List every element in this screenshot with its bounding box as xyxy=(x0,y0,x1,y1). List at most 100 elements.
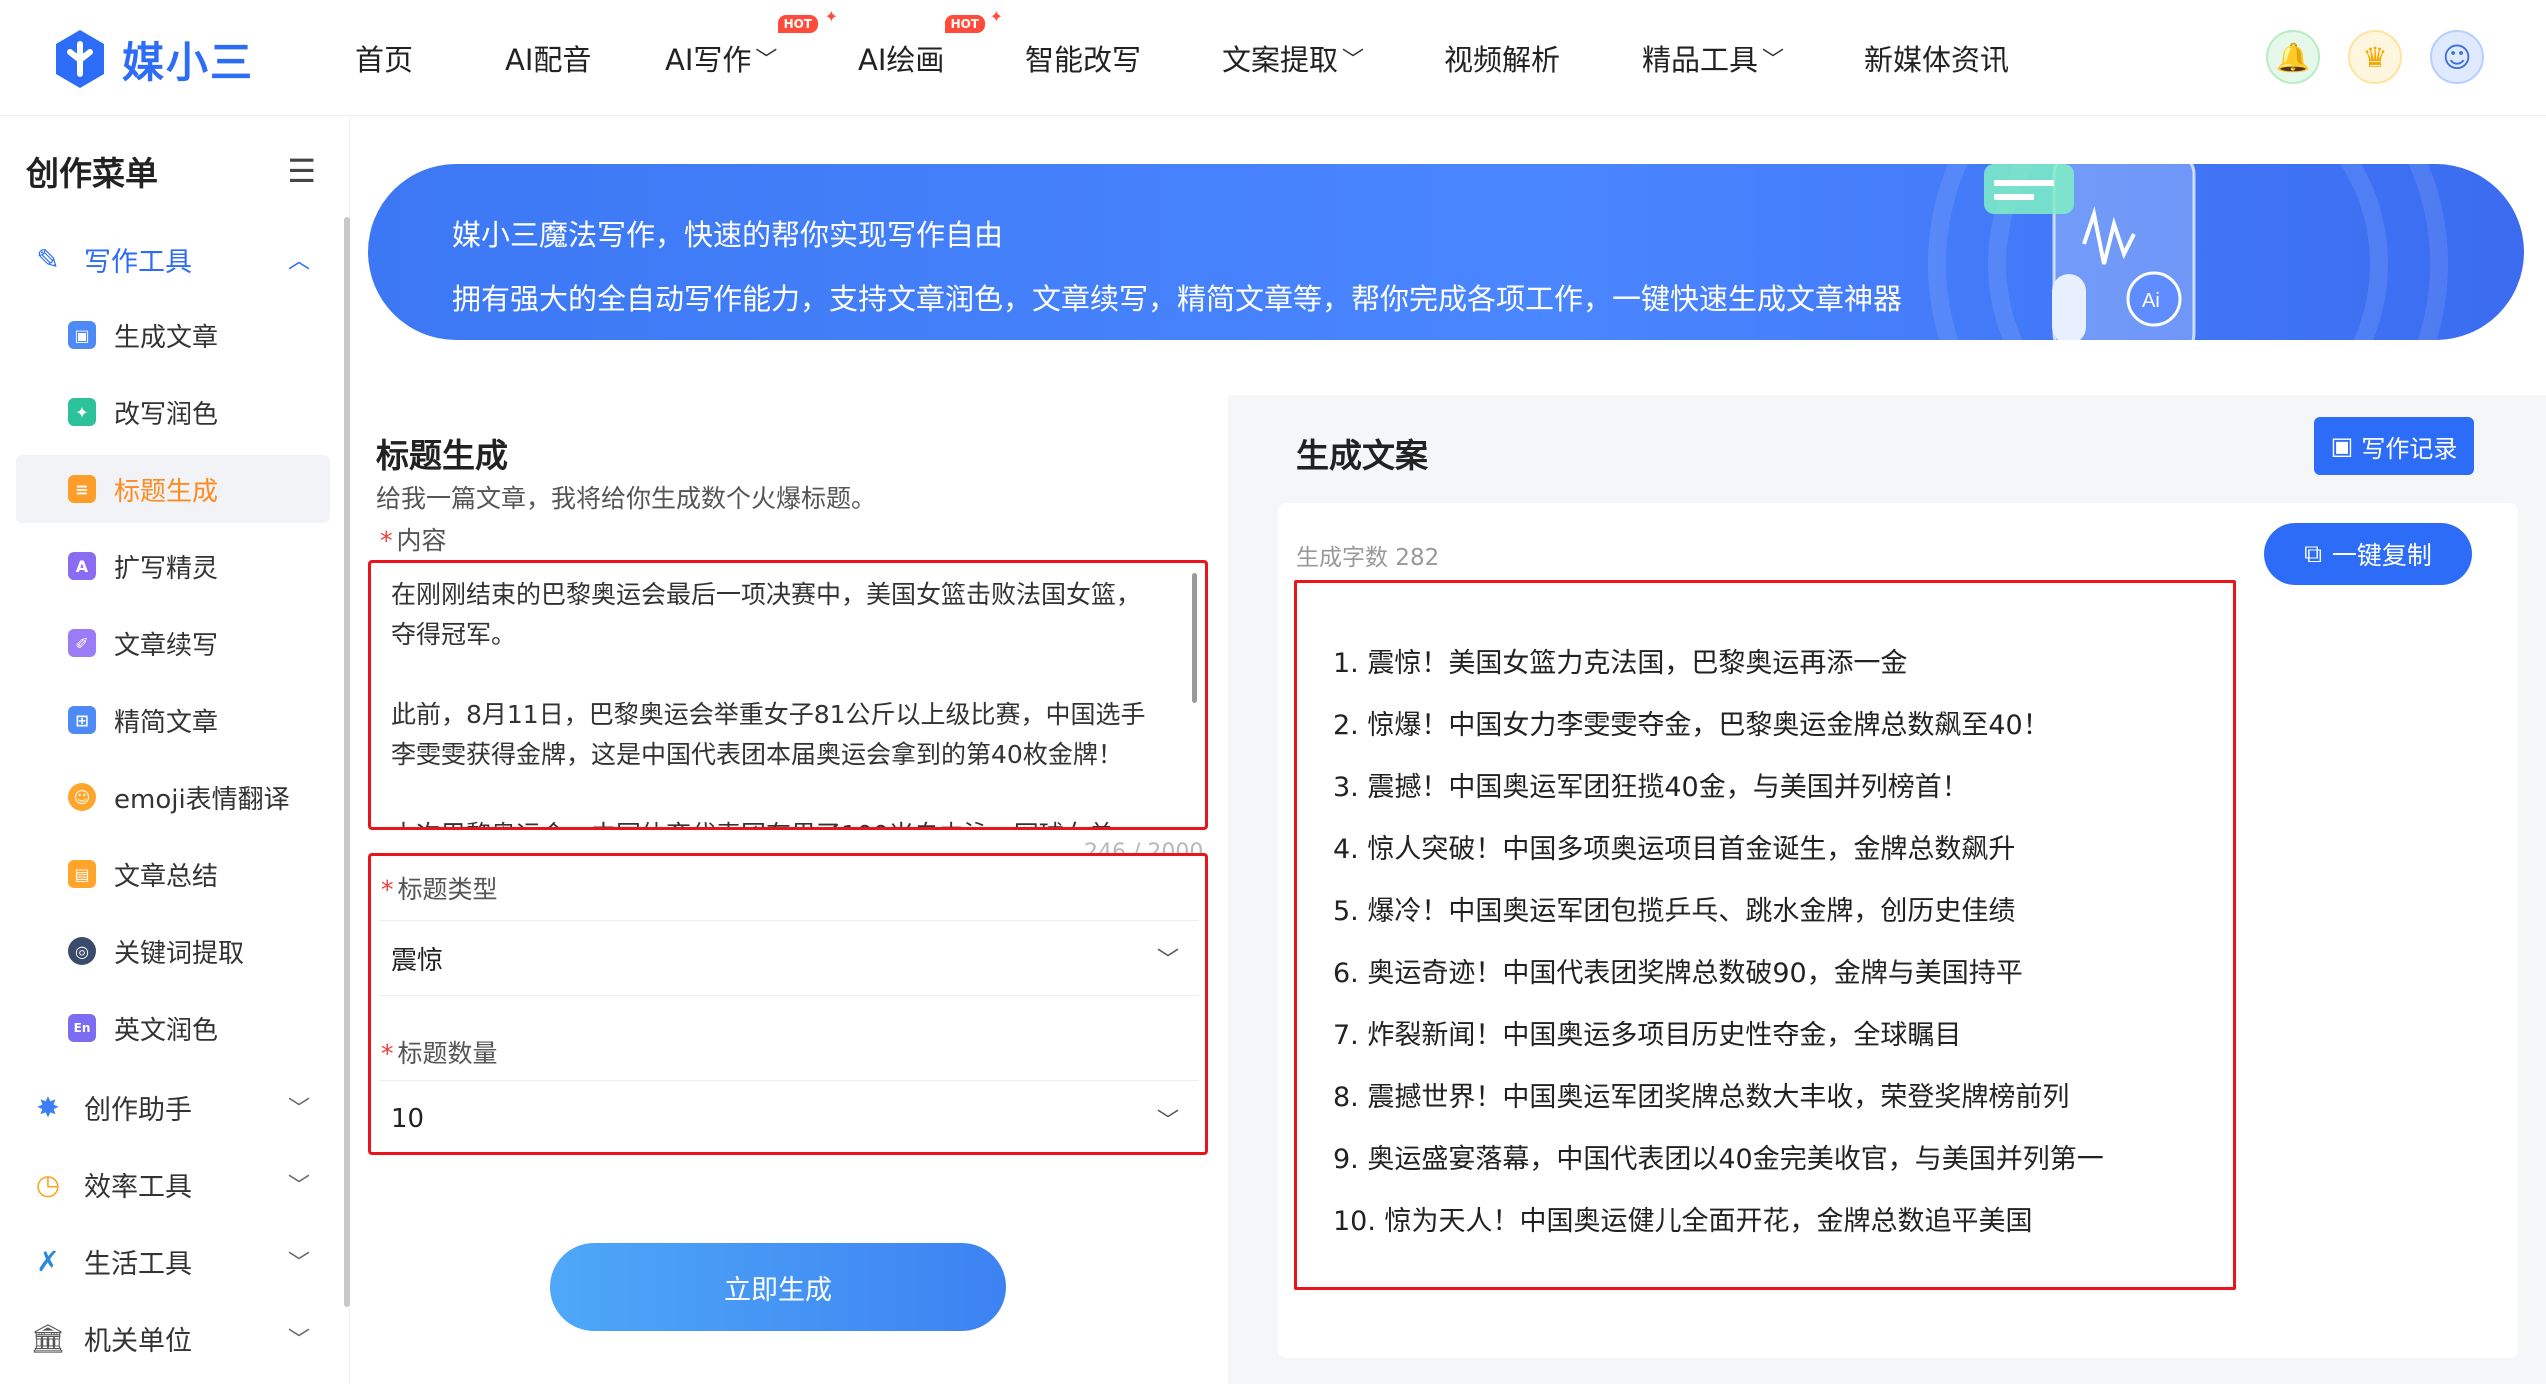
english-icon: En xyxy=(68,1014,96,1042)
copy-all-button[interactable]: ⧉ 一键复制 xyxy=(2264,523,2472,585)
list-item: 5. 爆冷！中国奥运军团包揽乒乓、跳水金牌，创历史佳绩 xyxy=(1333,896,2016,927)
logo[interactable]: 媒小三 xyxy=(52,26,254,92)
item-label: 文章总结 xyxy=(114,861,219,892)
sidebar-scrollbar[interactable] xyxy=(344,217,350,1307)
nav-ai-dubbing[interactable]: AI配音 xyxy=(505,37,665,79)
chevron-down-icon: ﹀ xyxy=(287,1328,310,1353)
options-section: * 标题类型 震惊 ﹀ * 标题数量 10 ﹀ xyxy=(368,853,1208,1155)
copy-icon: ⧉ xyxy=(2304,539,2322,568)
sidebar-group-life-tools[interactable]: ✗ 生活工具 ﹀ xyxy=(30,1231,310,1291)
list-item: 2. 惊爆！中国女力李雯雯夺金，巴黎奥运金牌总数飙至40！ xyxy=(1333,710,2050,741)
nav-video-parse[interactable]: 视频解析 xyxy=(1444,37,1642,79)
generate-button[interactable]: 立即生成 xyxy=(550,1243,1006,1331)
target-icon: ◎ xyxy=(68,937,96,965)
content-textarea[interactable]: 在刚刚结束的巴黎奥运会最后一项决赛中，美国女篮击败法国女篮，夺得冠军。 此前，8… xyxy=(368,560,1208,830)
bell-icon[interactable]: 🔔 xyxy=(2266,30,2320,84)
list-item: 3. 震撼！中国奥运军团狂揽40金，与美国并列榜首！ xyxy=(1333,772,1969,803)
article-icon: ▣ xyxy=(68,321,96,349)
nav-smart-rewrite[interactable]: 智能改写 xyxy=(1025,37,1222,79)
item-label: 生成文章 xyxy=(114,322,219,353)
nav-label: 文案提取 xyxy=(1222,43,1339,77)
group-label: 机关单位 xyxy=(84,1325,192,1357)
top-icons: 🔔 ♛ ☺ xyxy=(2266,30,2484,84)
summary-icon: ▤ xyxy=(68,860,96,888)
nav-label: 精品工具 xyxy=(1642,43,1759,77)
sidebar-item-keyword-extract[interactable]: ◎ 关键词提取 xyxy=(16,917,330,985)
content-label: * 内容 xyxy=(380,521,447,557)
sidebar-item-summary[interactable]: ▤ 文章总结 xyxy=(16,840,330,908)
chevron-down-icon: ﹀ xyxy=(287,1174,310,1199)
nav-ai-writing[interactable]: AI写作 ﹀ HOT ✦ xyxy=(665,7,858,79)
sidebar-item-expand[interactable]: A 扩写精灵 xyxy=(16,532,330,600)
type-label: * 标题类型 xyxy=(381,870,498,906)
sidebar-group-institutions[interactable]: 🏛 机关单位 ﹀ xyxy=(30,1308,310,1368)
textarea-scrollbar[interactable] xyxy=(1192,573,1197,703)
nav-ai-painting[interactable]: AI绘画 HOT ✦ xyxy=(858,7,1025,79)
title-count-value: 10 xyxy=(391,1103,425,1134)
sidebar-item-english-polish[interactable]: En 英文润色 xyxy=(16,994,330,1062)
simplify-icon: ⊞ xyxy=(68,706,96,734)
title-type-select[interactable]: 震惊 ﹀ xyxy=(379,920,1199,996)
item-label: 文章续写 xyxy=(114,630,219,661)
sidebar-group-creative-assistant[interactable]: ✸ 创作助手 ﹀ xyxy=(30,1077,310,1137)
sidebar-item-simplify[interactable]: ⊞ 精简文章 xyxy=(16,686,330,754)
expand-icon: A xyxy=(68,552,96,580)
hot-badge: HOT xyxy=(777,15,818,33)
nav-label: AI写作 xyxy=(665,43,752,77)
main-nav: 首页 AI配音 AI写作 ﹀ HOT ✦ AI绘画 HOT ✦ 智能改写 文案提取 ﹀ 视频… xyxy=(355,0,2009,116)
writing-record-button[interactable]: ▣ 写作记录 xyxy=(2314,417,2474,475)
list-item: 8. 震撼世界！中国奥运军团奖牌总数大丰收，荣登奖牌榜前列 xyxy=(1333,1082,2070,1113)
sparkle-icon: ✦ xyxy=(824,7,838,26)
chevron-down-icon: ﹀ xyxy=(755,48,778,73)
avatar-icon[interactable]: ☺ xyxy=(2430,30,2484,84)
sidebar-item-emoji-translate[interactable]: ☺ emoji表情翻译 xyxy=(16,763,330,831)
result-title: 生成文案 xyxy=(1296,436,1428,475)
sidebar-item-rewrite-polish[interactable]: ✦ 改写润色 xyxy=(16,378,330,446)
title-count-select[interactable]: 10 ﹀ xyxy=(379,1080,1199,1156)
emoji-icon: ☺ xyxy=(68,783,96,811)
item-label: 关键词提取 xyxy=(114,938,245,969)
title-icon: ≡ xyxy=(68,475,96,503)
sidebar-group-efficiency-tools[interactable]: ◷ 效率工具 ﹀ xyxy=(30,1154,310,1214)
list-item: 10. 惊为天人！中国奥运健儿全面开花，金牌总数追平美国 xyxy=(1333,1206,2033,1237)
building-icon: 🏛 xyxy=(30,1321,66,1355)
item-label: 改写润色 xyxy=(114,399,219,430)
result-list: 1. 震惊！美国女篮力克法国，巴黎奥运再添一金 2. 惊爆！中国女力李雯雯夺金，… xyxy=(1333,633,2104,1253)
banner-line-1: 媒小三魔法写作，快速的帮你实现写作自由 xyxy=(452,218,1004,252)
collapse-menu-icon[interactable]: ☰ xyxy=(287,152,316,190)
crown-icon[interactable]: ♛ xyxy=(2348,30,2402,84)
nav-premium-tools[interactable]: 精品工具 ﹀ xyxy=(1642,37,1864,79)
svg-text:Ai: Ai xyxy=(2142,290,2160,312)
content-label-text: 内容 xyxy=(396,526,447,555)
list-item: 9. 奥运盛宴落幕，中国代表团以40金完美收官，与美国并列第一 xyxy=(1333,1144,2104,1175)
logo-text: 媒小三 xyxy=(122,37,255,87)
copy-label: 一键复制 xyxy=(2331,541,2432,570)
sidebar-item-generate-article[interactable]: ▣ 生成文章 xyxy=(16,301,330,369)
count-label-text: 标题数量 xyxy=(397,1039,498,1068)
microphone-illustration-icon: Ai xyxy=(1984,164,2196,340)
content-text: 在刚刚结束的巴黎奥运会最后一项决赛中，美国女篮击败法国女篮，夺得冠军。 此前，8… xyxy=(391,580,1146,827)
sidebar-item-continue[interactable]: ✐ 文章续写 xyxy=(16,609,330,677)
title-type-value: 震惊 xyxy=(391,945,444,976)
word-count: 生成字数 282 xyxy=(1296,545,1440,571)
type-label-text: 标题类型 xyxy=(397,875,498,904)
sparkle-icon: ✦ xyxy=(989,7,1003,26)
group-label: 写作工具 xyxy=(84,246,192,278)
nav-media-news[interactable]: 新媒体资讯 xyxy=(1864,37,2009,79)
banner-line-2: 拥有强大的全自动写作能力，支持文章润色，文章续写，精简文章等，帮你完成各项工作，… xyxy=(452,282,1903,316)
group-label: 创作助手 xyxy=(84,1094,192,1126)
result-text-area[interactable]: 1. 震惊！美国女篮力克法国，巴黎奥运再添一金 2. 惊爆！中国女力李雯雯夺金，… xyxy=(1294,580,2236,1290)
logo-icon xyxy=(56,30,104,88)
nav-home[interactable]: 首页 xyxy=(355,37,505,79)
hot-badge: HOT xyxy=(944,15,985,33)
chevron-down-icon: ﹀ xyxy=(287,1097,310,1122)
item-label: 标题生成 xyxy=(114,476,219,507)
sidebar-group-writing-tools[interactable]: ✎ 写作工具 ︿ xyxy=(30,229,310,289)
chevron-down-icon: ﹀ xyxy=(1342,48,1365,73)
sidebar-item-title-generate[interactable]: ≡ 标题生成 xyxy=(16,455,330,523)
nav-label: AI配音 xyxy=(505,43,592,77)
chevron-down-icon: ﹀ xyxy=(1762,48,1785,73)
group-label: 效率工具 xyxy=(84,1171,192,1203)
nav-text-extract[interactable]: 文案提取 ﹀ xyxy=(1222,37,1444,79)
group-label: 生活工具 xyxy=(84,1248,192,1280)
